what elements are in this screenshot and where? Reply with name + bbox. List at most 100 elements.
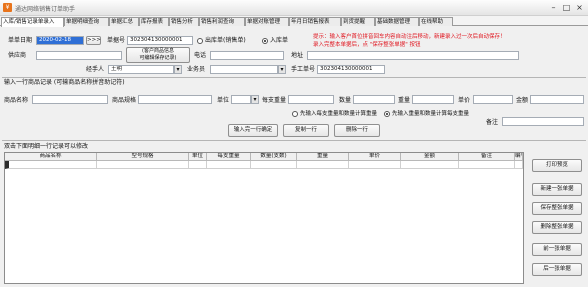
item-spec-label: 商品规格 (112, 97, 137, 104)
tab-arrival-reminder[interactable]: 到货提醒 (341, 17, 375, 26)
salesman-dropdown-icon[interactable]: ▾ (278, 65, 286, 74)
copy-row-button[interactable]: 复制一行 (283, 124, 329, 137)
grid-caption: 双击下面明细一行记录可以修改 (4, 143, 89, 150)
radio-inbound[interactable] (262, 38, 268, 44)
table-cell[interactable] (515, 161, 523, 169)
maximize-icon[interactable]: □ (561, 2, 572, 13)
date-label: 单单日期 (8, 37, 33, 44)
weight-label: 重量 (398, 97, 411, 104)
supplier-input[interactable] (36, 51, 122, 60)
table-cell[interactable] (189, 161, 207, 169)
date-input[interactable]: 2020-02-18 (36, 36, 84, 45)
radio-outbound[interactable] (197, 38, 203, 44)
tab-stock-report[interactable]: 库存报表 (139, 17, 169, 26)
radio-calc-weight[interactable] (292, 111, 298, 117)
tab-detail-query[interactable]: 单据明细查询 (64, 17, 109, 26)
unit-select[interactable] (231, 95, 251, 104)
radio-calc-weight-label: 先输入每支重量和数量计算重量 (300, 111, 378, 117)
col-header-spec[interactable]: 型号规格 (97, 153, 189, 161)
qty-label: 数量 (339, 97, 352, 104)
manual-no-label: 手工单号 (291, 66, 316, 73)
close-icon[interactable]: × (574, 2, 585, 13)
tip-line-1: 提示：输入客户首位拼音回车内容自动注后移动，新建录入过一次后自动保存！ (313, 34, 506, 40)
radio-calc-per-weight-label: 先输入重量和数量计算每支重量 (392, 111, 470, 117)
item-spec-input[interactable] (138, 95, 212, 104)
tab-sales-analysis[interactable]: 销售分析 (169, 17, 199, 26)
handler-dropdown-icon[interactable]: ▾ (174, 65, 182, 74)
item-name-input[interactable] (32, 95, 108, 104)
tab-profit-query[interactable]: 销售利润查询 (199, 17, 245, 26)
table-cell[interactable] (349, 161, 401, 169)
table-cell[interactable] (297, 161, 349, 169)
table-cell[interactable] (251, 161, 297, 169)
doc-no-input[interactable]: 302304130000001 (127, 36, 193, 45)
table-cell[interactable] (401, 161, 459, 169)
tab-summary[interactable]: 单据汇总 (109, 17, 139, 26)
per-weight-input[interactable] (288, 95, 334, 104)
table-cell[interactable] (207, 161, 251, 169)
phone-input[interactable] (210, 51, 284, 60)
divider-2 (2, 140, 586, 141)
tab-help[interactable]: 在线帮助 (419, 17, 453, 26)
confirm-row-button[interactable]: 输入完一行确定 (228, 124, 278, 137)
supplier-label: 供应商 (8, 52, 27, 59)
radio-inbound-label: 入库单 (270, 37, 289, 44)
unit-label: 单位 (217, 97, 230, 104)
table-row[interactable] (5, 161, 97, 169)
col-header-per-weight[interactable]: 每支重量 (207, 153, 251, 161)
tab-reconcile[interactable]: 单据对账管理 (245, 17, 289, 26)
title-bar: ¥ 通达网络销售订单助手 – □ × (0, 0, 588, 16)
detail-table[interactable]: 商品名称 型号规格 单位 每支重量 数量(支数) 重量 单价 金额 备注 编号 (4, 152, 524, 284)
col-header-id[interactable]: 编号 (515, 153, 523, 161)
amount-label: 金额 (516, 97, 529, 104)
unit-dropdown-icon[interactable]: ▾ (251, 95, 259, 104)
col-header-note[interactable]: 备注 (459, 153, 515, 161)
phone-label: 电话 (194, 52, 207, 59)
window-title: 通达网络销售订单助手 (15, 6, 76, 13)
item-name-label: 商品名称 (4, 97, 29, 104)
item-section-title: 输入一行商品记录 (可输商品名称拼音助记符) (4, 79, 125, 86)
minimize-icon[interactable]: – (548, 2, 559, 13)
handler-label: 经手人 (86, 66, 105, 73)
next-document-button[interactable]: 后一张单据 (532, 263, 582, 276)
tab-base-data[interactable]: 基础数据管理 (375, 17, 419, 26)
tab-bar: 入库/销售记录单录入 单据明细查询 单据汇总 库存报表 销售分析 销售利润查询 … (0, 16, 588, 27)
weight-input[interactable] (412, 95, 454, 104)
manual-no-input[interactable]: 302304130000001 (317, 65, 385, 74)
table-cell[interactable] (97, 161, 189, 169)
col-header-price[interactable]: 单价 (349, 153, 401, 161)
handler-select[interactable]: 王明 (108, 65, 174, 74)
note-label: 备注 (486, 119, 499, 126)
doc-no-label: 单据号 (107, 37, 126, 44)
address-label: 地址 (291, 52, 304, 59)
col-header-weight[interactable]: 重量 (297, 153, 349, 161)
app-icon: ¥ (3, 3, 12, 12)
col-header-unit[interactable]: 单位 (189, 153, 207, 161)
print-preview-button[interactable]: 打印预览 (532, 159, 582, 172)
qty-input[interactable] (353, 95, 395, 104)
price-label: 单价 (458, 97, 471, 104)
radio-calc-per-weight[interactable] (384, 111, 390, 117)
tab-period-report[interactable]: 年月日销售报表 (289, 17, 341, 26)
amount-input[interactable] (530, 95, 584, 104)
per-weight-label: 每支重量 (262, 97, 287, 104)
customer-info-button[interactable]: (客户商品信息 可编辑保存记录) (126, 47, 190, 63)
previous-document-button[interactable]: 前一张单据 (532, 243, 582, 256)
divider (2, 77, 586, 78)
col-header-amount[interactable]: 金额 (401, 153, 459, 161)
new-document-button[interactable]: 新建一张单据 (532, 183, 582, 196)
date-picker-button[interactable]: >>> (86, 36, 101, 45)
salesman-select[interactable] (210, 65, 278, 74)
tip-line-2: 录入完整本单据后，点 "保存整张单据" 按钮 (313, 42, 421, 48)
note-input[interactable] (502, 117, 584, 126)
delete-row-button[interactable]: 删除一行 (334, 124, 380, 137)
col-header-qty[interactable]: 数量(支数) (251, 153, 297, 161)
save-document-button[interactable]: 保存整张单据 (532, 202, 582, 215)
tab-entry[interactable]: 入库/销售记录单录入 (1, 17, 64, 27)
radio-outbound-label: 出库单(销售单) (205, 37, 246, 44)
col-header-name[interactable]: 商品名称 (5, 153, 97, 161)
table-cell[interactable] (459, 161, 515, 169)
delete-document-button[interactable]: 删除整张单据 (532, 221, 582, 234)
price-input[interactable] (473, 95, 513, 104)
address-input[interactable] (307, 51, 519, 60)
